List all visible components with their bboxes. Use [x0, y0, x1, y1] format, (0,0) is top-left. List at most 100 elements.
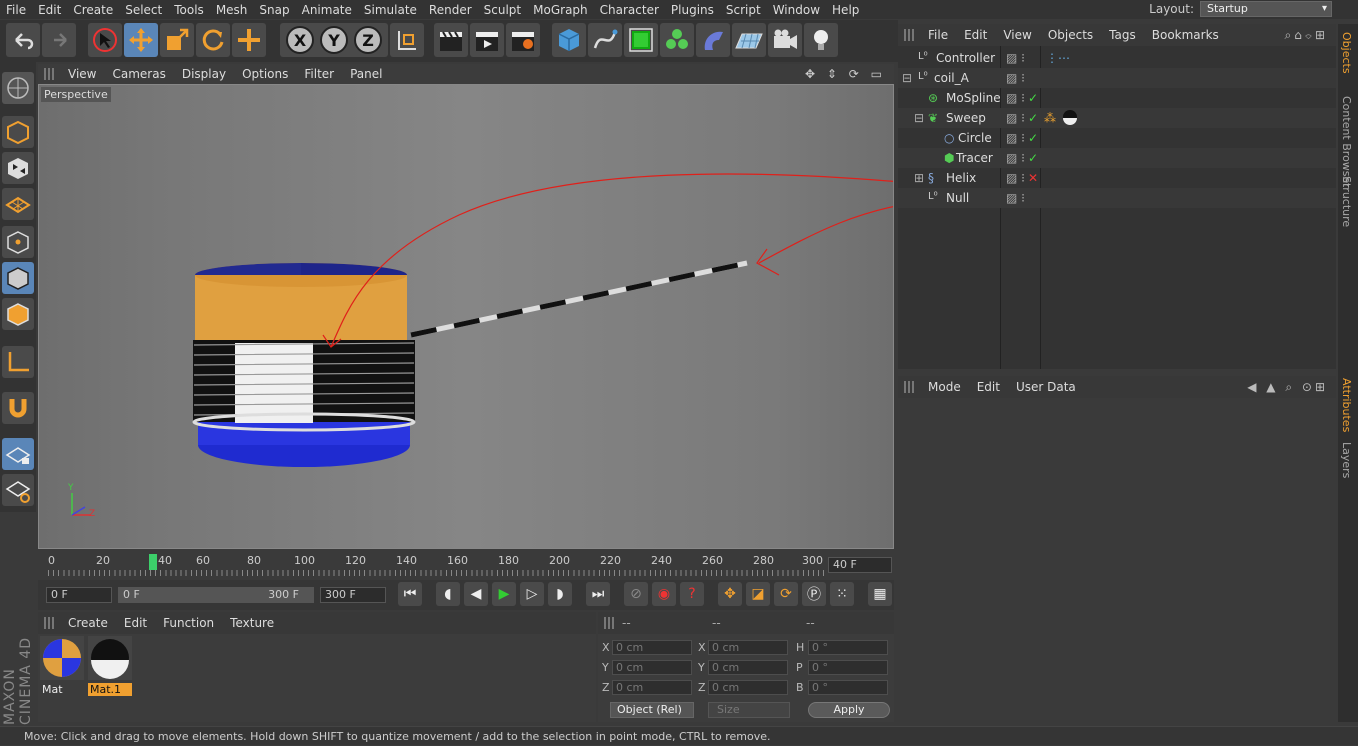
tag-icon[interactable]: ⋮⋯: [1046, 51, 1070, 65]
goto-start-button[interactable]: ⏮: [398, 582, 422, 606]
tab-layers[interactable]: Layers: [1340, 442, 1353, 478]
end-frame-field[interactable]: 300 F: [320, 587, 386, 603]
record-button[interactable]: ⊘: [624, 582, 648, 606]
visibility-toggle[interactable]: ▨ ⁝: [1006, 71, 1025, 85]
menu-snap[interactable]: Snap: [253, 3, 295, 17]
disabled-cross-icon[interactable]: ✕: [1028, 171, 1038, 185]
obj-menu-bookmarks[interactable]: Bookmarks: [1144, 28, 1227, 42]
key-parameter-button[interactable]: Ⓟ: [802, 582, 826, 606]
mat-menu-texture[interactable]: Texture: [222, 616, 282, 630]
visibility-toggle[interactable]: ▨ ⁝: [1006, 171, 1025, 185]
menu-simulate[interactable]: Simulate: [358, 3, 423, 17]
make-editable-button[interactable]: [2, 72, 34, 104]
x-axis-lock-button[interactable]: X: [286, 26, 314, 54]
points-mode-button[interactable]: [2, 226, 34, 258]
key-pla-button[interactable]: ⁙: [830, 582, 854, 606]
range-slider[interactable]: 0 F 300 F: [118, 587, 314, 603]
visibility-toggle[interactable]: ▨ ⁝: [1006, 191, 1025, 205]
menu-create[interactable]: Create: [67, 3, 119, 17]
mat-menu-create[interactable]: Create: [60, 616, 116, 630]
tab-objects[interactable]: Objects: [1340, 32, 1353, 74]
menu-script[interactable]: Script: [720, 3, 767, 17]
apply-button[interactable]: Apply: [808, 702, 890, 718]
menu-window[interactable]: Window: [767, 3, 826, 17]
viewport-menu-display[interactable]: Display: [174, 67, 234, 81]
y-axis-lock-button[interactable]: Y: [320, 26, 348, 54]
render-settings-button[interactable]: [506, 23, 540, 57]
play-button[interactable]: ▶: [492, 582, 516, 606]
render-view-button[interactable]: [434, 23, 468, 57]
expand-icon[interactable]: ⊟: [914, 111, 924, 125]
add-cube-button[interactable]: [552, 23, 586, 57]
redo-button[interactable]: [42, 23, 76, 57]
workplane-lock-button[interactable]: [2, 438, 34, 470]
visibility-toggle[interactable]: ▨ ⁝: [1006, 91, 1025, 105]
undo-button[interactable]: [6, 23, 40, 57]
viewport-menu-panel[interactable]: Panel: [342, 67, 390, 81]
layout-dropdown[interactable]: Startup: [1200, 1, 1332, 17]
enabled-check-icon[interactable]: ✓: [1028, 151, 1038, 165]
coordinate-mode-dropdown[interactable]: Object (Rel): [610, 702, 694, 718]
playhead[interactable]: [149, 554, 157, 570]
z-axis-lock-button[interactable]: Z: [354, 26, 382, 54]
panel-grip[interactable]: [904, 29, 914, 41]
scale-z-field[interactable]: 0 cm: [708, 680, 788, 695]
menu-mograph[interactable]: MoGraph: [527, 3, 594, 17]
rotation-b-field[interactable]: 0 °: [808, 680, 888, 695]
enabled-check-icon[interactable]: ✓: [1028, 91, 1038, 105]
snap-button[interactable]: [2, 392, 34, 424]
scale-x-field[interactable]: 0 cm: [708, 640, 788, 655]
obj-menu-file[interactable]: File: [920, 28, 956, 42]
object-row-coil-a[interactable]: ⊟ L⁰ coil_A ▨ ⁝: [898, 68, 1336, 88]
model-mode-button[interactable]: [2, 116, 34, 148]
current-frame-field[interactable]: 40 F: [828, 557, 892, 573]
goto-end-button[interactable]: ⏭: [586, 582, 610, 606]
tab-structure[interactable]: Structure: [1340, 176, 1353, 227]
panel-grip[interactable]: [44, 617, 54, 629]
menu-render[interactable]: Render: [423, 3, 478, 17]
rotation-h-field[interactable]: 0 °: [808, 640, 888, 655]
panel-grip[interactable]: [904, 381, 914, 393]
position-x-field[interactable]: 0 cm: [612, 640, 692, 655]
visibility-toggle[interactable]: ▨ ⁝: [1006, 131, 1025, 145]
menu-mesh[interactable]: Mesh: [210, 3, 254, 17]
object-row-circle[interactable]: ○ Circle ▨ ⁝ ✓: [898, 128, 1336, 148]
material-swatch[interactable]: Mat.1: [88, 636, 132, 696]
viewport-menu-filter[interactable]: Filter: [296, 67, 342, 81]
obj-nav-icons[interactable]: ⌕⌂⌔⊞: [1276, 28, 1336, 43]
viewport-menu-view[interactable]: View: [60, 67, 104, 81]
viewport-menu-cameras[interactable]: Cameras: [104, 67, 173, 81]
scale-tool-button[interactable]: [160, 23, 194, 57]
obj-menu-edit[interactable]: Edit: [956, 28, 995, 42]
key-position-button[interactable]: ✥: [718, 582, 742, 606]
object-row-sweep[interactable]: ⊟ ❦ Sweep ▨ ⁝ ✓ ⁂: [898, 108, 1336, 128]
menu-edit[interactable]: Edit: [32, 3, 67, 17]
object-row-mospline[interactable]: ⊛ MoSpline ▨ ⁝ ✓: [898, 88, 1336, 108]
menu-animate[interactable]: Animate: [296, 3, 358, 17]
texture-tag-icon[interactable]: ⁂: [1044, 111, 1056, 125]
attr-menu-mode[interactable]: Mode: [920, 380, 969, 394]
rotation-p-field[interactable]: 0 °: [808, 660, 888, 675]
add-deformer-button[interactable]: [696, 23, 730, 57]
coordinate-system-button[interactable]: [390, 23, 424, 57]
next-frame-button[interactable]: ▷: [520, 582, 544, 606]
key-rotation-button[interactable]: ⟳: [774, 582, 798, 606]
add-spline-button[interactable]: [588, 23, 622, 57]
move-tool-button[interactable]: [124, 23, 158, 57]
texture-mode-button[interactable]: [2, 152, 34, 184]
obj-menu-objects[interactable]: Objects: [1040, 28, 1101, 42]
expand-icon[interactable]: ⊟: [902, 71, 912, 85]
object-row-controller[interactable]: L⁰ Controller ▨ ⁝ ⋮⋯: [898, 48, 1336, 68]
add-mograph-button[interactable]: [660, 23, 694, 57]
frame-field[interactable]: 0 F: [46, 587, 112, 603]
visibility-toggle[interactable]: ▨ ⁝: [1006, 151, 1025, 165]
obj-menu-view[interactable]: View: [995, 28, 1039, 42]
position-z-field[interactable]: 0 cm: [612, 680, 692, 695]
visibility-toggle[interactable]: ▨ ⁝: [1006, 51, 1025, 65]
position-y-field[interactable]: 0 cm: [612, 660, 692, 675]
menu-help[interactable]: Help: [826, 3, 865, 17]
timeline-view-button[interactable]: ▦: [868, 582, 892, 606]
size-mode-dropdown[interactable]: Size: [708, 702, 790, 718]
tab-content-browser[interactable]: Content Browser: [1340, 96, 1353, 188]
rotate-tool-button[interactable]: [196, 23, 230, 57]
